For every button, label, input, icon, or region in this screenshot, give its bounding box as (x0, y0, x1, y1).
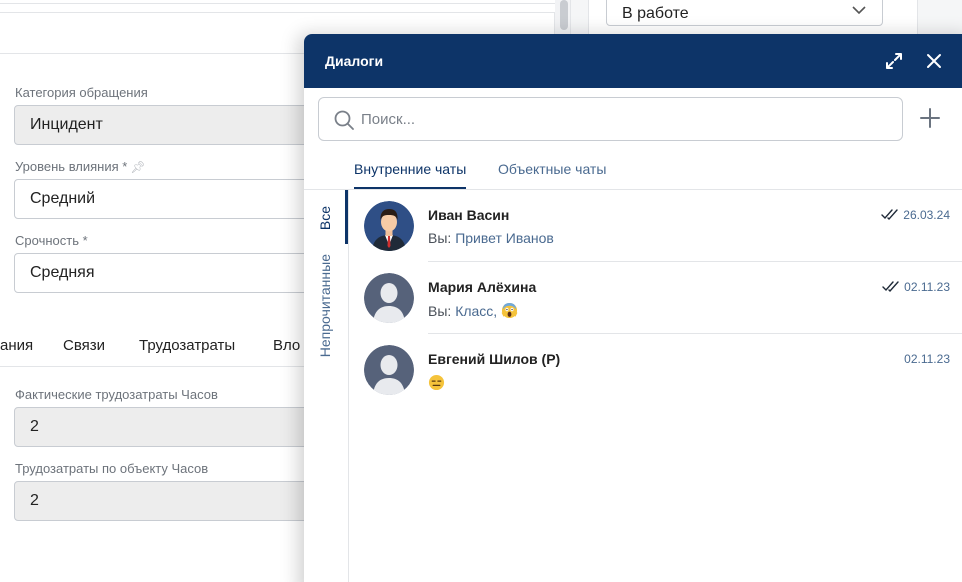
double-check-icon (882, 281, 900, 295)
default-avatar-icon (364, 345, 414, 395)
chat-last-message: Вы: Класс, (428, 302, 518, 319)
form-tabs: ания Связи Трудозатраты Вло (0, 325, 320, 367)
chat-date-text: 02.11.23 (904, 280, 950, 294)
chat-date: 02.11.23 (882, 280, 950, 295)
tab-attachments[interactable]: Вло (273, 337, 300, 354)
tab-partial-left[interactable]: ания (0, 337, 33, 354)
impact-label-text: Уровень влияния * (15, 159, 128, 174)
actual-labor-field[interactable]: 2 (14, 407, 314, 447)
chat-item[interactable]: Евгений Шилов (Р) 02.11.23 (350, 334, 962, 406)
message-prefix: Вы: (428, 303, 456, 319)
urgency-field[interactable]: Средняя (14, 253, 314, 293)
tab-object-chats[interactable]: Объектные чаты (498, 161, 606, 187)
message-text: Привет Иванов (455, 230, 554, 246)
form-top-border (0, 0, 555, 4)
chat-item[interactable]: Иван Васин Вы: Привет Иванов 26.03.24 (350, 190, 962, 262)
chat-date-text: 02.11.23 (904, 352, 950, 366)
chat-list: Иван Васин Вы: Привет Иванов 26.03.24 Ма… (350, 190, 962, 406)
chat-last-message (428, 374, 445, 391)
dialogs-panel: Диалоги Внутренние чаты Объектные чаты В… (304, 34, 962, 582)
actual-labor-label: Фактические трудозатраты Часов (15, 387, 218, 402)
object-labor-label: Трудозатраты по объекту Часов (15, 461, 209, 476)
search-icon (333, 109, 355, 131)
chat-date-text: 26.03.24 (903, 208, 950, 222)
expressionless-emoji-icon (428, 374, 445, 391)
filter-all[interactable]: Все (317, 206, 333, 230)
chat-filter-sidebar: Все Непрочитанные (304, 190, 349, 582)
dialogs-header: Диалоги (304, 34, 962, 88)
message-prefix: Вы: (428, 230, 456, 246)
chat-name: Иван Васин (428, 207, 510, 223)
man-avatar-icon (364, 201, 414, 251)
add-chat-icon[interactable] (918, 106, 942, 130)
default-avatar-icon (364, 273, 414, 323)
chevron-down-icon (852, 3, 866, 18)
tab-links[interactable]: Связи (63, 337, 105, 354)
chat-date: 02.11.23 (904, 352, 950, 366)
chat-name: Евгений Шилов (Р) (428, 351, 561, 367)
filter-unread[interactable]: Непрочитанные (317, 254, 333, 357)
chat-last-message: Вы: Привет Иванов (428, 230, 554, 246)
status-select[interactable]: В работе (606, 0, 883, 26)
tab-labor[interactable]: Трудозатраты (139, 337, 235, 354)
dialogs-title: Диалоги (325, 53, 384, 69)
category-label: Категория обращения (15, 85, 148, 100)
status-value: В работе (622, 5, 689, 22)
object-labor-field[interactable]: 2 (14, 481, 314, 521)
search-box[interactable] (318, 97, 903, 141)
close-icon[interactable] (922, 49, 946, 73)
double-check-icon (881, 209, 899, 223)
scream-emoji-icon (501, 302, 518, 319)
impact-field[interactable]: Средний (14, 179, 314, 219)
chat-date: 26.03.24 (881, 208, 950, 223)
chat-name: Мария Алёхина (428, 279, 537, 295)
chat-item[interactable]: Мария Алёхина Вы: Класс, 02.11.23 (350, 262, 962, 334)
impact-label: Уровень влияния * 📌︎ (15, 159, 146, 174)
tab-internal-chats[interactable]: Внутренние чаты (354, 161, 467, 189)
scrollbar-thumb[interactable] (560, 0, 568, 30)
chat-type-tabs: Внутренние чаты Объектные чаты (304, 152, 962, 190)
search-input[interactable] (361, 108, 881, 130)
expand-icon[interactable] (882, 49, 906, 73)
urgency-label: Срочность * (15, 233, 88, 248)
active-filter-marker (345, 190, 348, 244)
message-text: Класс, (455, 303, 502, 319)
category-field[interactable]: Инцидент (14, 105, 314, 145)
pin-icon[interactable]: 📌︎ (130, 160, 145, 174)
